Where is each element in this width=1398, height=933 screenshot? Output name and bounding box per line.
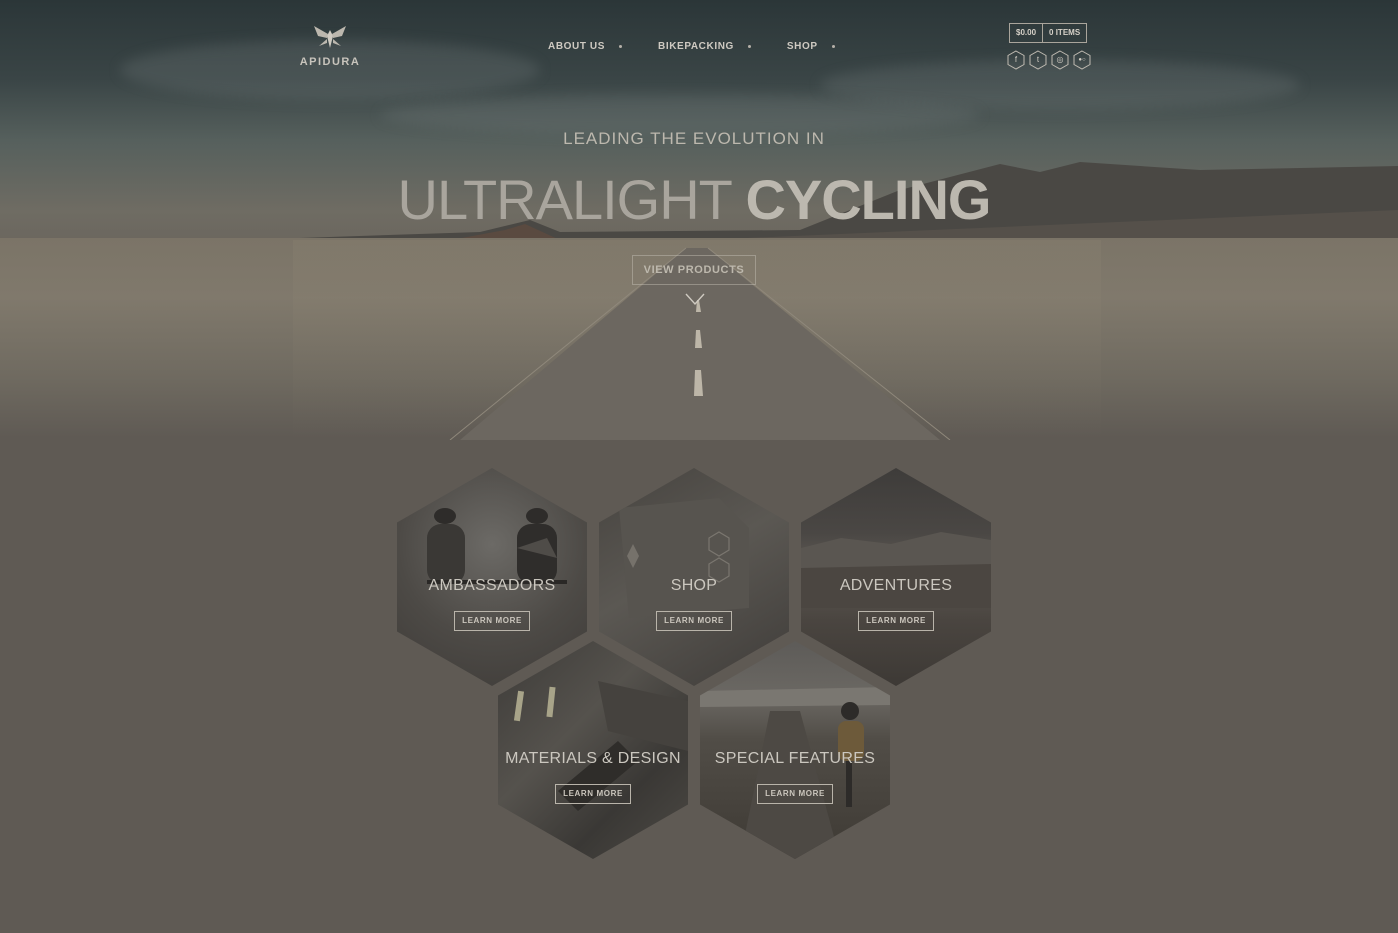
hero-headline-light: ULTRALIGHT	[397, 168, 732, 231]
hero-kicker: LEADING THE EVOLUTION IN	[563, 129, 825, 148]
social-links: f t ◎ ●○	[1007, 50, 1091, 70]
tile-adventures[interactable]: ADVENTURES LEARN MORE	[801, 468, 991, 686]
flickr-icon[interactable]: ●○	[1073, 50, 1091, 70]
tile-materials-design[interactable]: MATERIALS & DESIGN LEARN MORE	[498, 641, 688, 859]
nav-item-about-us[interactable]: ABOUT US	[548, 41, 605, 52]
nav-separator	[747, 45, 751, 48]
nav-separator	[831, 45, 835, 48]
hero-headline: ULTRALIGHT CYCLING	[0, 168, 1388, 232]
tile-title: ADVENTURES	[839, 577, 953, 594]
tile-title: SHOP	[670, 577, 718, 594]
learn-more-button[interactable]: LEARN MORE	[454, 611, 530, 631]
tile-shop[interactable]: SHOP LEARN MORE	[599, 468, 789, 686]
brand-logo[interactable]: APIDURA	[296, 24, 364, 68]
twitter-icon[interactable]: t	[1029, 50, 1047, 70]
chevron-down-icon[interactable]	[685, 292, 705, 306]
learn-more-button[interactable]: LEARN MORE	[858, 611, 934, 631]
instagram-icon[interactable]: ◎	[1051, 50, 1069, 70]
learn-more-button[interactable]: LEARN MORE	[656, 611, 732, 631]
tile-ambassadors[interactable]: AMBASSADORS LEARN MORE	[397, 468, 587, 686]
tile-title: SPECIAL FEATURES	[714, 750, 876, 767]
view-products-button[interactable]: VIEW PRODUCTS	[632, 255, 756, 285]
nav-item-shop[interactable]: SHOP	[787, 41, 818, 52]
brand-name: APIDURA	[299, 56, 361, 68]
learn-more-button[interactable]: LEARN MORE	[555, 784, 631, 804]
cart-summary[interactable]: $0.00 0 ITEMS	[1009, 23, 1088, 43]
tile-title: MATERIALS & DESIGN	[505, 750, 681, 767]
facebook-icon[interactable]: f	[1007, 50, 1025, 70]
bee-logo-icon	[314, 26, 346, 48]
tile-title: AMBASSADORS	[428, 577, 556, 594]
learn-more-button[interactable]: LEARN MORE	[757, 784, 833, 804]
main-nav: ABOUT US BIKEPACKING SHOP	[548, 41, 871, 52]
nav-item-bikepacking[interactable]: BIKEPACKING	[658, 41, 734, 52]
tile-special-features[interactable]: SPECIAL FEATURES LEARN MORE	[700, 641, 890, 859]
cart-item-count: 0 ITEMS	[1042, 24, 1086, 42]
cart-total: $0.00	[1016, 28, 1037, 37]
hero-headline-bold: CYCLING	[745, 168, 991, 231]
nav-separator	[619, 45, 623, 48]
